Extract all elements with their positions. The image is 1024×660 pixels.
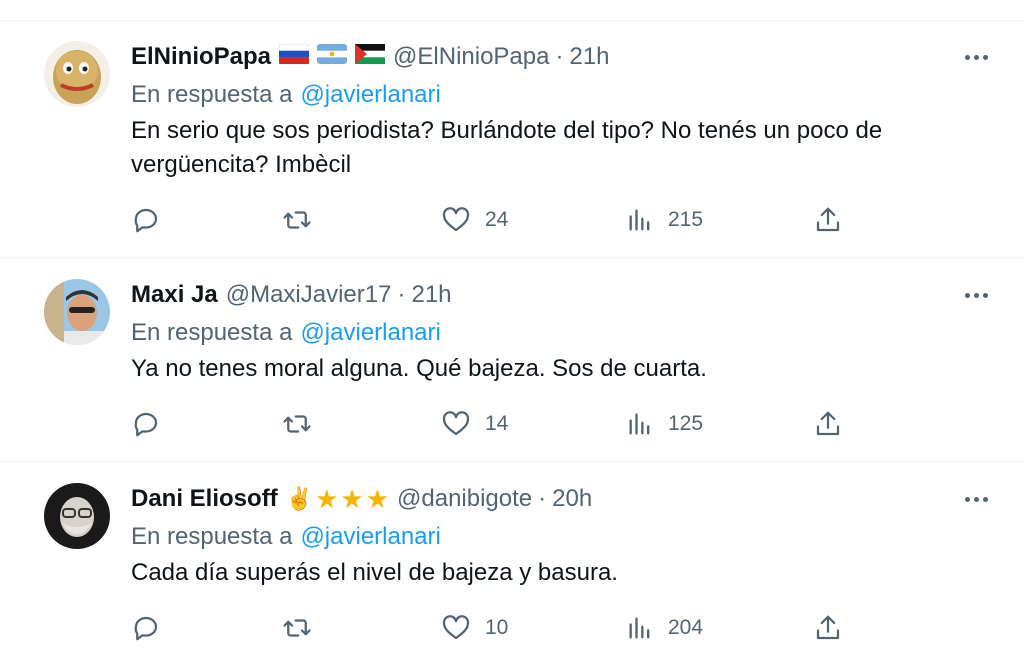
reply-mention-link[interactable]: @javierlanari (300, 319, 440, 346)
views-button[interactable]: 204 (626, 611, 703, 645)
like-icon (442, 207, 470, 232)
like-icon (442, 411, 470, 436)
views-icon (629, 413, 650, 435)
action-bar: 14 125 (131, 407, 851, 441)
views-count: 125 (668, 412, 704, 435)
reply-button[interactable] (131, 203, 161, 237)
views-button[interactable]: 125 (626, 407, 703, 441)
reply-context: En respuesta a @javierlanari (131, 521, 441, 553)
tweet-header: ElNinioPapa @ElNinioPapa · 21h (131, 41, 610, 73)
dot-separator: · (555, 43, 564, 70)
retweet-icon (283, 211, 311, 229)
retweet-button[interactable] (281, 203, 313, 237)
reply-button[interactable] (131, 407, 161, 441)
share-icon (816, 207, 840, 232)
display-name[interactable]: Maxi Ja (131, 281, 218, 309)
tweet-text: Cada día superás el nivel de bajeza y ba… (131, 559, 618, 586)
username[interactable]: @danibigote (397, 485, 532, 513)
star-emoji: ★ (315, 484, 339, 514)
more-icon[interactable] (958, 45, 994, 69)
star-emoji: ★ (340, 484, 364, 514)
views-button[interactable]: 215 (626, 203, 703, 237)
tweet-2[interactable]: Maxi Ja @MaxiJavier17 · 21h En respuesta… (0, 259, 1024, 462)
action-bar: 24 215 (131, 203, 851, 237)
more-icon[interactable] (958, 487, 994, 511)
retweet-button[interactable] (281, 407, 313, 441)
username[interactable]: @ElNinioPapa (393, 43, 549, 71)
dot-separator: · (397, 281, 406, 308)
share-icon (816, 411, 840, 436)
reply-prefix: En respuesta a (131, 319, 293, 346)
reply-context: En respuesta a @javierlanari (131, 79, 441, 111)
reply-mention-link[interactable]: @javierlanari (300, 81, 440, 108)
like-count: 24 (485, 208, 509, 231)
reply-icon (134, 208, 158, 233)
tweet-text: Ya no tenes moral alguna. Qué bajeza. So… (131, 355, 707, 382)
flag-argentina-icon (317, 43, 348, 71)
reply-context: En respuesta a @javierlanari (131, 317, 441, 349)
like-button[interactable]: 24 (441, 203, 508, 237)
views-icon (629, 209, 650, 231)
like-count: 14 (485, 412, 509, 435)
share-button[interactable] (813, 203, 843, 237)
reply-icon (134, 616, 158, 641)
action-bar: 10 204 (131, 611, 851, 645)
timestamp[interactable]: 21h (569, 43, 609, 71)
like-count: 10 (485, 616, 509, 639)
like-button[interactable]: 10 (441, 611, 508, 645)
victory-hand-emoji: ✌️ (285, 486, 314, 511)
avatar[interactable] (44, 279, 110, 345)
tweet-header: Maxi Ja @MaxiJavier17 · 21h (131, 279, 452, 311)
tweet-text: En serio que sos periodista? Burlándote … (131, 117, 883, 178)
share-button[interactable] (813, 407, 843, 441)
tweet-1[interactable]: ElNinioPapa @ElNinioPapa · 21h En respue… (0, 21, 1024, 258)
like-button[interactable]: 14 (441, 407, 508, 441)
retweet-icon (283, 415, 311, 433)
share-icon (816, 615, 840, 640)
display-name[interactable]: Dani Eliosoff (131, 485, 278, 513)
reply-button[interactable] (131, 611, 161, 645)
avatar[interactable] (44, 483, 110, 549)
views-icon (629, 617, 650, 639)
tweet-header: Dani Eliosoff ✌️ ★ ★ ★ @danibigote · 20h (131, 483, 592, 515)
avatar[interactable] (44, 41, 110, 107)
flag-palestine-icon (355, 43, 386, 71)
views-count: 215 (668, 208, 704, 231)
flag-russia-icon (278, 43, 310, 71)
star-emoji: ★ (365, 484, 390, 514)
reply-icon (134, 412, 158, 437)
timestamp[interactable]: 21h (411, 281, 451, 309)
share-button[interactable] (813, 611, 843, 645)
retweet-icon (283, 619, 311, 637)
username[interactable]: @MaxiJavier17 (226, 281, 392, 309)
display-name[interactable]: ElNinioPapa (131, 43, 271, 71)
like-icon (442, 615, 470, 640)
reply-prefix: En respuesta a (131, 523, 293, 550)
views-count: 204 (668, 616, 704, 639)
timestamp[interactable]: 20h (552, 485, 592, 513)
retweet-button[interactable] (281, 611, 313, 645)
dot-separator: · (538, 485, 547, 512)
more-icon[interactable] (958, 283, 994, 307)
reply-prefix: En respuesta a (131, 81, 293, 108)
reply-mention-link[interactable]: @javierlanari (300, 523, 440, 550)
tweet-3[interactable]: Dani Eliosoff ✌️ ★ ★ ★ @danibigote · 20h… (0, 463, 1024, 660)
